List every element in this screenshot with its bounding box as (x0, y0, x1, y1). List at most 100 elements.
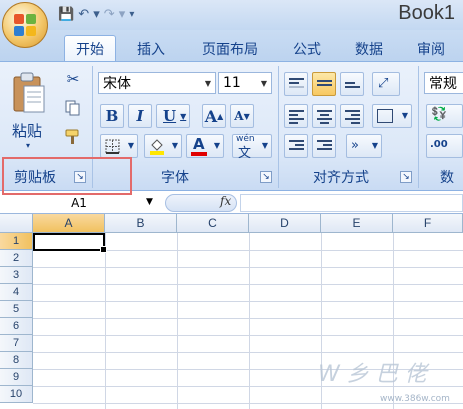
column-header[interactable]: B (105, 214, 177, 233)
align-top-button[interactable] (284, 72, 308, 96)
fill-color-button[interactable]: ▼ (144, 134, 182, 158)
grow-font-label: A (204, 106, 218, 126)
number-format-combo[interactable]: 常规 (424, 72, 463, 94)
wrap-text-icon: » (351, 138, 359, 153)
paste-dropdown-icon: ▾ (26, 141, 31, 150)
chevron-down-icon: ▼ (204, 78, 212, 88)
wrap-text-button[interactable]: » ▼ (346, 134, 382, 158)
font-size-value: 11 (223, 75, 241, 91)
font-name-combo[interactable]: 宋体 ▼ (98, 72, 216, 94)
title-bar: 💾 ↶ ▾ ↷ ▾ ▾ Book1 (0, 0, 463, 30)
chevron-down-icon: ▼ (371, 141, 378, 150)
accounting-format-button[interactable]: 💱 (426, 104, 463, 128)
phonetic-icon: 文 (238, 146, 252, 161)
borders-button[interactable]: ▼ (100, 134, 138, 158)
chevron-down-icon: ▼ (213, 141, 220, 150)
align-right-button[interactable] (340, 104, 364, 128)
merge-center-button[interactable]: ▼ (372, 104, 412, 128)
name-box[interactable]: A1 (0, 193, 158, 212)
chevron-down-icon: ▼ (180, 111, 187, 121)
column-header[interactable]: A (33, 214, 105, 233)
tab-page-layout[interactable]: 页面布局 (190, 35, 270, 62)
save-icon[interactable]: 💾 (58, 4, 74, 24)
column-header[interactable]: F (393, 214, 463, 233)
borders-icon (105, 139, 120, 154)
tab-data[interactable]: 数据 (346, 35, 392, 62)
chevron-down-icon: ▼ (171, 141, 178, 150)
font-color-button[interactable]: A ▼ (186, 134, 224, 158)
align-bottom-icon (345, 82, 360, 90)
undo-button[interactable]: ↶ ▾ (78, 4, 100, 24)
chevron-down-icon[interactable]: ▼ (146, 197, 153, 207)
row-header[interactable]: 5 (0, 301, 33, 318)
ribbon-tabs: 开始 插入 页面布局 公式 数据 审阅 (0, 30, 463, 62)
row-header[interactable]: 1 (0, 233, 33, 250)
align-left-button[interactable] (284, 104, 308, 128)
row-header[interactable]: 8 (0, 352, 33, 369)
column-header[interactable]: D (249, 214, 321, 233)
increase-indent-icon (317, 140, 332, 152)
fill-bucket-icon (150, 139, 164, 155)
italic-button[interactable]: I (128, 104, 152, 128)
copy-icon[interactable] (62, 97, 84, 119)
underline-button[interactable]: U ▼ (156, 104, 190, 128)
alignment-group-label: 对齐方式 (313, 170, 369, 186)
row-header[interactable]: 4 (0, 284, 33, 301)
decrease-indent-button[interactable] (284, 134, 308, 158)
tab-home[interactable]: 开始 (64, 35, 116, 62)
row-header[interactable]: 6 (0, 318, 33, 335)
select-all-corner[interactable] (0, 214, 33, 233)
font-size-combo[interactable]: 11 ▼ (218, 72, 272, 94)
tab-formulas[interactable]: 公式 (284, 35, 330, 62)
cut-icon[interactable]: ✂ (62, 68, 84, 90)
font-launcher-icon[interactable]: ↘ (260, 171, 272, 183)
underline-label: U (163, 107, 177, 125)
number-format-value: 常规 (429, 76, 457, 92)
row-header[interactable]: 10 (0, 386, 33, 403)
align-top-icon (289, 78, 304, 90)
align-center-button[interactable] (312, 104, 336, 128)
clipboard-highlight-box (2, 157, 132, 195)
watermark-url: www.386w.com (380, 394, 450, 404)
decrease-indent-icon (289, 140, 304, 152)
shrink-font-label: A (234, 109, 244, 123)
increase-decimal-button[interactable]: .00 (426, 134, 463, 158)
align-left-icon (289, 110, 304, 126)
alignment-launcher-icon[interactable]: ↘ (400, 171, 412, 183)
row-header[interactable]: 2 (0, 250, 33, 267)
accounting-icon: 💱 (431, 107, 448, 122)
orientation-button[interactable]: ⤢ (372, 72, 400, 96)
font-color-icon: A (193, 135, 205, 153)
quick-access-toolbar: 💾 ↶ ▾ ↷ ▾ ▾ (58, 3, 134, 25)
insert-function-button[interactable]: fx (220, 194, 231, 208)
tab-review[interactable]: 审阅 (408, 35, 454, 62)
row-header[interactable]: 9 (0, 369, 33, 386)
paste-label: 粘贴 (12, 122, 43, 140)
align-bottom-button[interactable] (340, 72, 364, 96)
increase-indent-button[interactable] (312, 134, 336, 158)
align-middle-button[interactable] (312, 72, 336, 96)
phonetic-button[interactable]: wén 文 ▼ (232, 134, 272, 161)
tab-insert[interactable]: 插入 (128, 35, 174, 62)
orientation-icon: ⤢ (378, 76, 389, 91)
format-painter-icon[interactable] (62, 126, 84, 148)
row-header[interactable]: 7 (0, 335, 33, 352)
office-button[interactable] (2, 2, 48, 48)
column-header[interactable]: E (321, 214, 393, 233)
bold-button[interactable]: B (100, 104, 124, 128)
grow-font-button[interactable]: A ▲ (202, 104, 226, 128)
formula-input[interactable] (240, 194, 463, 212)
chevron-down-icon: ▼ (401, 111, 408, 120)
active-cell-a1[interactable] (33, 233, 107, 253)
customize-qat-button[interactable]: ▾ (129, 4, 134, 24)
window-title: Book1 (398, 2, 455, 24)
shrink-font-button[interactable]: A ▼ (230, 104, 254, 128)
column-header[interactable]: C (177, 214, 249, 233)
watermark-logo: W 乡 巴 佬 (318, 362, 427, 387)
row-header[interactable]: 3 (0, 267, 33, 284)
paste-button[interactable]: 粘贴 ▾ (6, 66, 56, 162)
align-middle-icon (317, 80, 332, 88)
font-name-value: 宋体 (103, 76, 131, 92)
align-right-icon (345, 110, 360, 126)
redo-button[interactable]: ↷ ▾ (104, 4, 126, 24)
